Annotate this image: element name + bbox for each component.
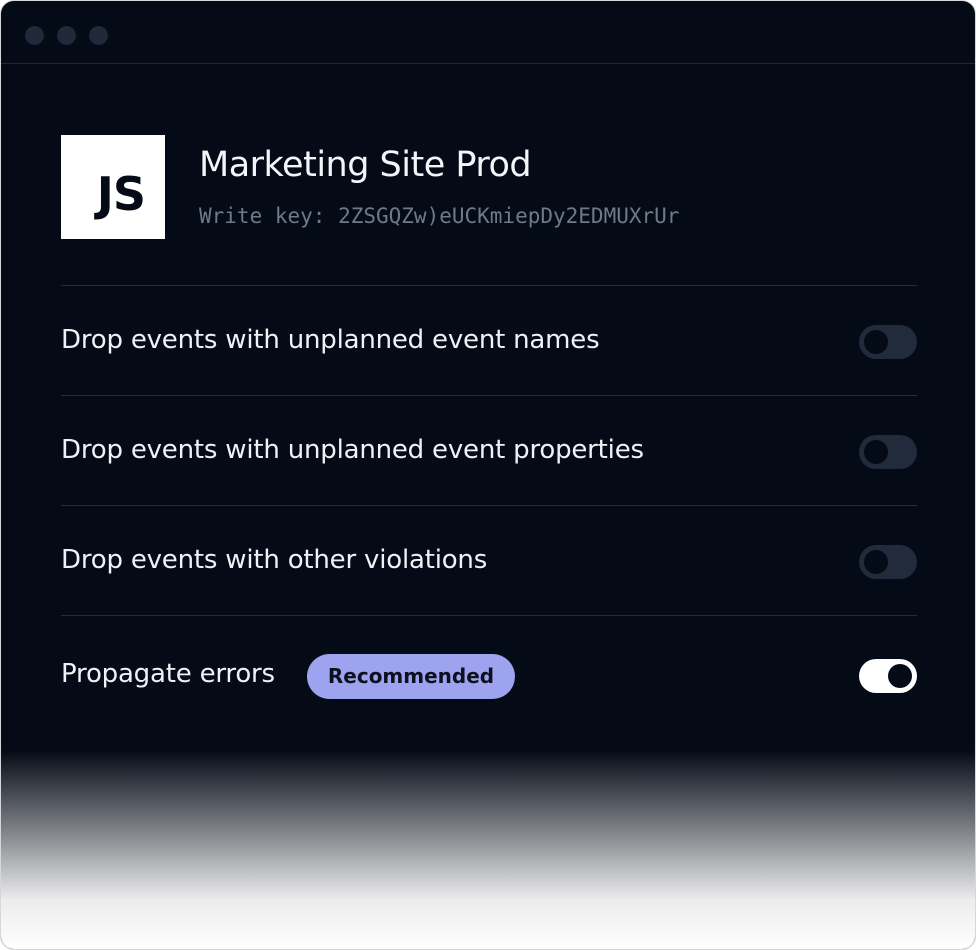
- divider: [61, 285, 917, 286]
- setting-label-propagate-errors: Propagate errors: [61, 659, 275, 689]
- toggle-other-violations[interactable]: [859, 545, 917, 579]
- window-titlebar: [1, 1, 975, 64]
- source-name: Marketing Site Prod: [199, 145, 532, 185]
- divider: [61, 505, 917, 506]
- recommended-badge: Recommended: [307, 654, 515, 699]
- divider: [61, 615, 917, 616]
- setting-label-other-violations: Drop events with other violations: [61, 545, 488, 575]
- window-minimize-dot[interactable]: [57, 26, 76, 45]
- toggle-knob: [864, 330, 888, 354]
- toggle-unplanned-event-names[interactable]: [859, 325, 917, 359]
- setting-label-unplanned-event-names: Drop events with unplanned event names: [61, 325, 600, 355]
- logo-text: JS: [96, 167, 146, 221]
- setting-label-unplanned-event-properties: Drop events with unplanned event propert…: [61, 435, 644, 465]
- write-key: Write key: 2ZSGQZw)eUCKmiepDy2EDMUXrUr: [199, 204, 680, 228]
- app-window: JS Marketing Site Prod Write key: 2ZSGQZ…: [0, 0, 976, 950]
- window-maximize-dot[interactable]: [89, 26, 108, 45]
- toggle-propagate-errors[interactable]: [859, 659, 917, 693]
- divider: [61, 395, 917, 396]
- window-close-dot[interactable]: [25, 26, 44, 45]
- toggle-knob: [864, 550, 888, 574]
- toggle-knob: [864, 440, 888, 464]
- javascript-logo-icon: JS: [61, 135, 165, 239]
- toggle-knob: [888, 664, 912, 688]
- toggle-unplanned-event-properties[interactable]: [859, 435, 917, 469]
- bottom-fade-overlay: [1, 751, 975, 949]
